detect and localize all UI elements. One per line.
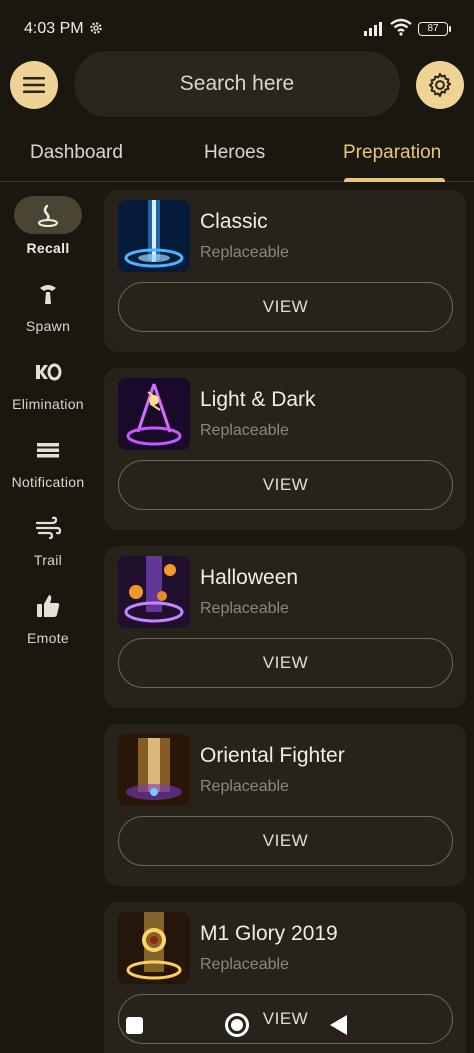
sidebar-item-label: Emote [27,630,69,646]
spawn-icon [40,285,56,304]
tab-bar: Dashboard Heroes Preparation [0,126,474,182]
settings-button[interactable] [416,61,464,109]
card-title: Classic [200,210,268,233]
recall-icon [38,204,58,227]
effect-card-light-dark: Light & Dark Replaceable VIEW [104,368,466,530]
signal-icon [364,22,382,36]
card-subtitle: Replaceable [200,778,289,795]
card-title: Oriental Fighter [200,744,345,767]
sidebar-item-label: Elimination [12,396,84,412]
ko-icon [36,363,62,381]
view-button[interactable]: VIEW [118,816,453,866]
wifi-icon [390,18,412,36]
classic-effect-thumbnail [118,200,190,272]
tab-preparation[interactable]: Preparation [343,142,441,164]
sidebar-item-label: Trail [33,552,63,568]
home-button[interactable] [225,1013,249,1037]
tab-heroes[interactable]: Heroes [204,142,265,164]
card-title: Light & Dark [200,388,316,411]
sidebar-item-label: Spawn [25,318,71,334]
system-nav-bar [0,1000,474,1053]
card-title: Halloween [200,566,299,589]
tab-dashboard[interactable]: Dashboard [30,142,123,164]
oriental-fighter-effect-thumbnail [118,734,190,806]
status-time: 4:03 PM [24,20,84,37]
m1-glory-effect-thumbnail [118,912,190,984]
card-title: M1 Glory 2019 [200,922,338,945]
card-subtitle: Replaceable [200,422,289,439]
hamburger-icon [23,77,45,93]
halloween-effect-thumbnail [118,556,190,628]
back-button[interactable] [330,1015,347,1035]
status-bar: 4:03 PM 87 [0,0,474,56]
effect-card-oriental-fighter: Oriental Fighter Replaceable VIEW [104,724,466,886]
sidebar-item-label: Notification [11,474,85,490]
recents-button[interactable] [126,1017,143,1034]
search-input[interactable]: Search here [74,51,400,117]
settings-gear-small-icon [90,22,102,34]
view-button[interactable]: VIEW [118,282,453,332]
notification-icon [37,443,59,458]
search-placeholder: Search here [179,72,295,95]
effect-card-classic: Classic Replaceable VIEW [104,190,466,352]
active-tab-indicator [344,178,445,182]
card-subtitle: Replaceable [200,244,289,261]
view-button[interactable]: VIEW [118,460,453,510]
card-subtitle: Replaceable [200,600,289,617]
wind-icon [35,516,62,540]
thumbs-up-icon [37,595,60,617]
gear-icon [428,72,452,98]
view-button[interactable]: VIEW [118,638,453,688]
sidebar-item-label: Recall [26,240,70,256]
effect-card-halloween: Halloween Replaceable VIEW [104,546,466,708]
light-dark-effect-thumbnail [118,378,190,450]
card-subtitle: Replaceable [200,956,289,973]
battery-icon: 87 [418,22,451,36]
menu-button[interactable] [10,61,58,109]
